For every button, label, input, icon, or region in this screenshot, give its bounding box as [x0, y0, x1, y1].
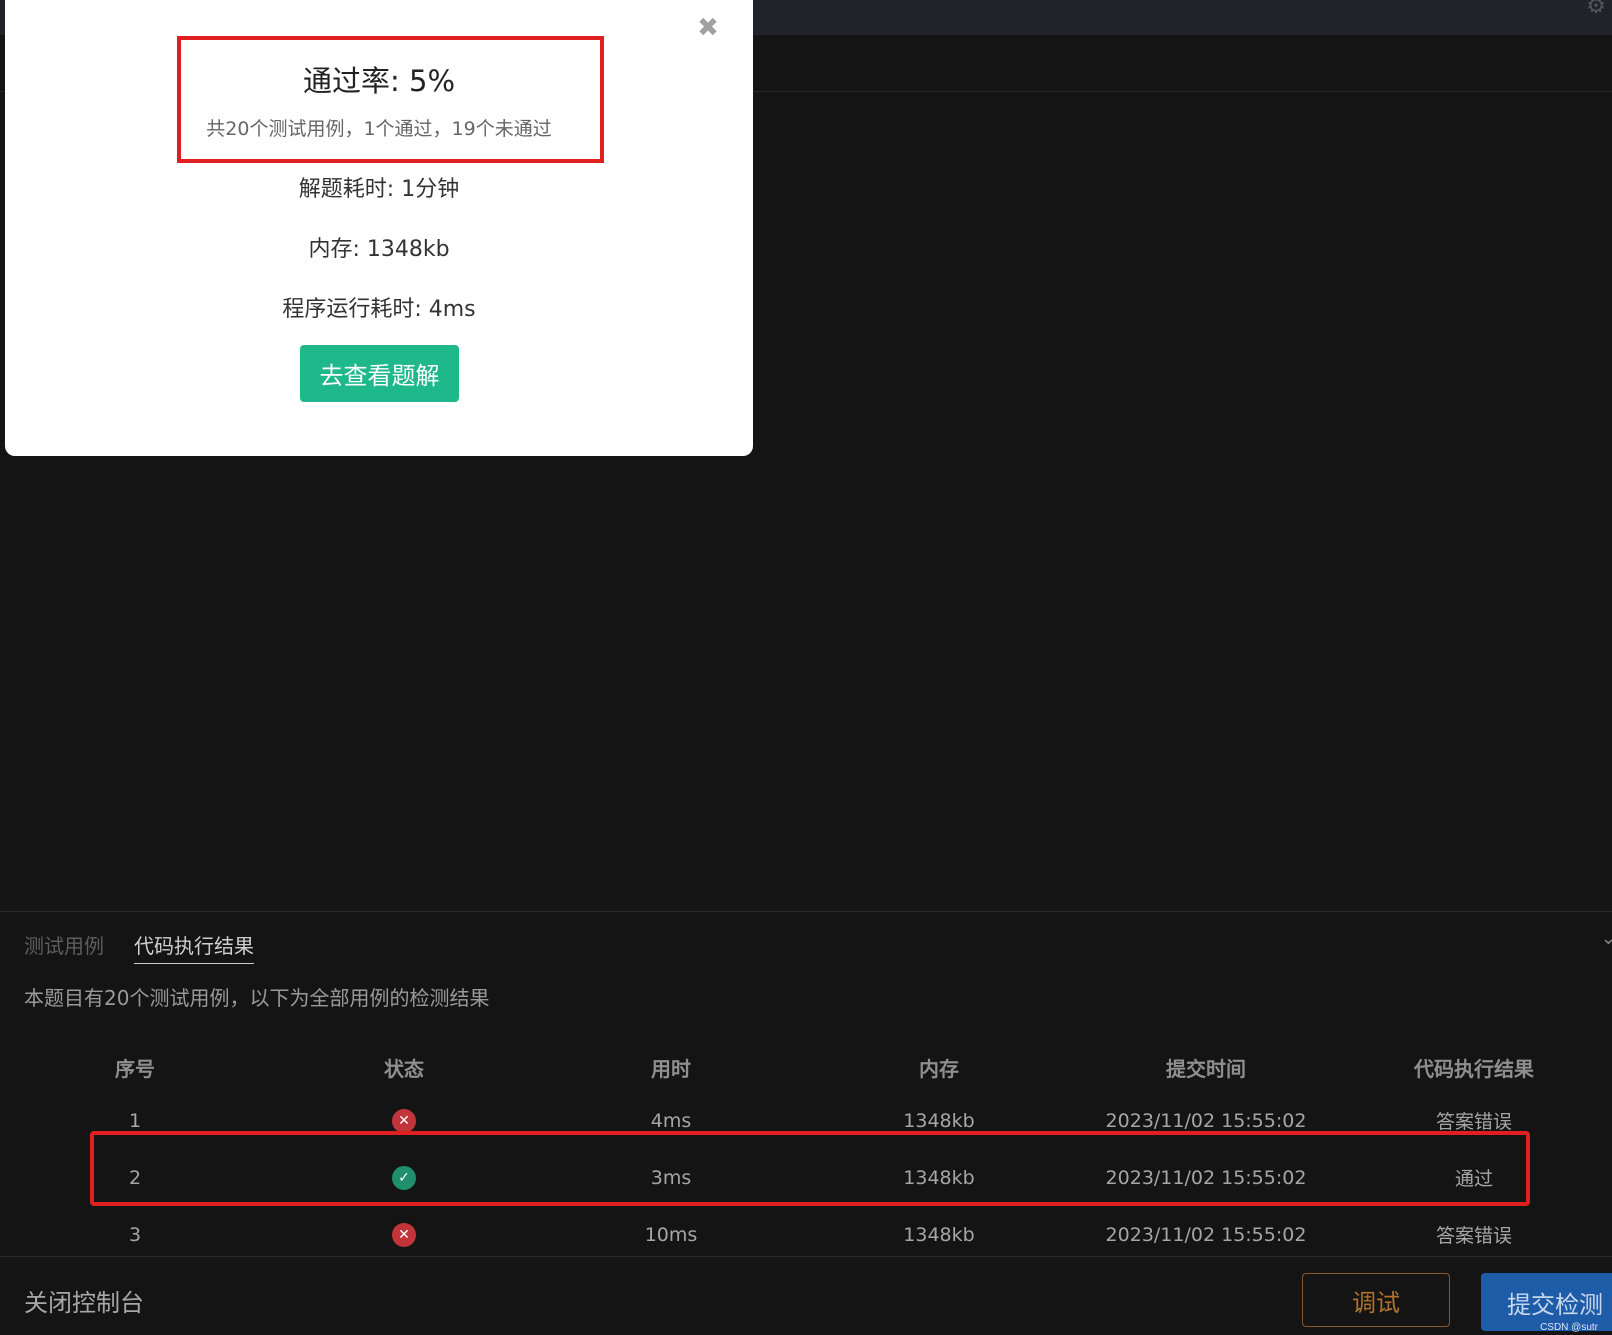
watermark: CSDN @sutr — [1540, 1322, 1598, 1333]
row-status: ✕ — [392, 1222, 416, 1247]
row-index: 3 — [128, 1223, 142, 1246]
memory-usage: 内存: 1348kb — [308, 237, 450, 262]
table-row: 2 ✓ 3ms 1348kb 2023/11/02 15:55:02 通过 — [0, 1149, 1612, 1206]
row-memory: 1348kb — [903, 1166, 975, 1189]
row-time: 4ms — [650, 1109, 692, 1132]
row-status: ✕ — [392, 1108, 416, 1133]
row-time: 3ms — [650, 1166, 692, 1189]
results-table: 序号 状态 用时 内存 提交时间 代码执行结果 1 ✕ 4ms 1348kb 2… — [0, 1042, 1612, 1263]
row-memory: 1348kb — [903, 1223, 975, 1246]
tab-test-cases[interactable]: 测试用例 — [24, 930, 104, 964]
tab-execution-result[interactable]: 代码执行结果 — [134, 930, 254, 964]
view-solution-button[interactable]: 去查看题解 — [300, 345, 459, 402]
header-status: 状态 — [384, 1056, 424, 1081]
row-result: 答案错误 — [1435, 1111, 1513, 1133]
row-time: 10ms — [644, 1223, 698, 1246]
row-status: ✓ — [392, 1165, 416, 1190]
row-result: 通过 — [1454, 1168, 1494, 1190]
header-memory: 内存 — [919, 1056, 959, 1081]
close-icon[interactable]: ✖ — [694, 14, 722, 42]
table-row: 3 ✕ 10ms 1348kb 2023/11/02 15:55:02 答案错误 — [0, 1206, 1612, 1263]
header-submitted: 提交时间 — [1166, 1056, 1246, 1081]
run-time: 程序运行耗时: 4ms — [282, 297, 476, 322]
settings-icon[interactable]: ⚙ — [1586, 0, 1606, 19]
fail-icon: ✕ — [392, 1223, 416, 1247]
console-panel: 测试用例 代码执行结果 ⌄ 本题目有20个测试用例，以下为全部用例的检测结果 序… — [0, 911, 1612, 1256]
chevron-down-icon[interactable]: ⌄ — [1601, 928, 1612, 949]
close-console-link[interactable]: 关闭控制台 — [24, 1283, 144, 1318]
fail-icon: ✕ — [392, 1109, 416, 1133]
row-index: 1 — [128, 1109, 142, 1132]
row-result: 答案错误 — [1435, 1225, 1513, 1247]
table-row: 1 ✕ 4ms 1348kb 2023/11/02 15:55:02 答案错误 — [0, 1092, 1612, 1149]
result-summary: 本题目有20个测试用例，以下为全部用例的检测结果 — [24, 986, 490, 1010]
debug-button[interactable]: 调试 — [1302, 1273, 1450, 1327]
header-result: 代码执行结果 — [1414, 1056, 1534, 1081]
row-index: 2 — [128, 1166, 142, 1189]
pass-detail: 共20个测试用例，1个通过，19个未通过 — [206, 118, 552, 140]
row-submitted: 2023/11/02 15:55:02 — [1105, 1166, 1307, 1189]
console-tabs: 测试用例 代码执行结果 — [24, 930, 254, 964]
row-memory: 1348kb — [903, 1109, 975, 1132]
header-index: 序号 — [115, 1056, 155, 1081]
table-header: 序号 状态 用时 内存 提交时间 代码执行结果 — [0, 1042, 1612, 1092]
header-time: 用时 — [651, 1056, 691, 1081]
row-submitted: 2023/11/02 15:55:02 — [1105, 1109, 1307, 1132]
solve-time: 解题耗时: 1分钟 — [298, 177, 460, 202]
app-root: ⚙ 测试用例 代码执行结果 ⌄ 本题目有20个测试用例，以下为全部用例的检测结果… — [0, 0, 1612, 1335]
pass-rate: 通过率: 5% — [303, 64, 455, 98]
check-icon: ✓ — [392, 1166, 416, 1190]
result-modal: ✖ 通过率: 5% 共20个测试用例，1个通过，19个未通过 解题耗时: 1分钟… — [5, 0, 753, 456]
row-submitted: 2023/11/02 15:55:02 — [1105, 1223, 1307, 1246]
console-footer: 关闭控制台 调试 提交检测 CSDN @sutr — [0, 1256, 1612, 1335]
